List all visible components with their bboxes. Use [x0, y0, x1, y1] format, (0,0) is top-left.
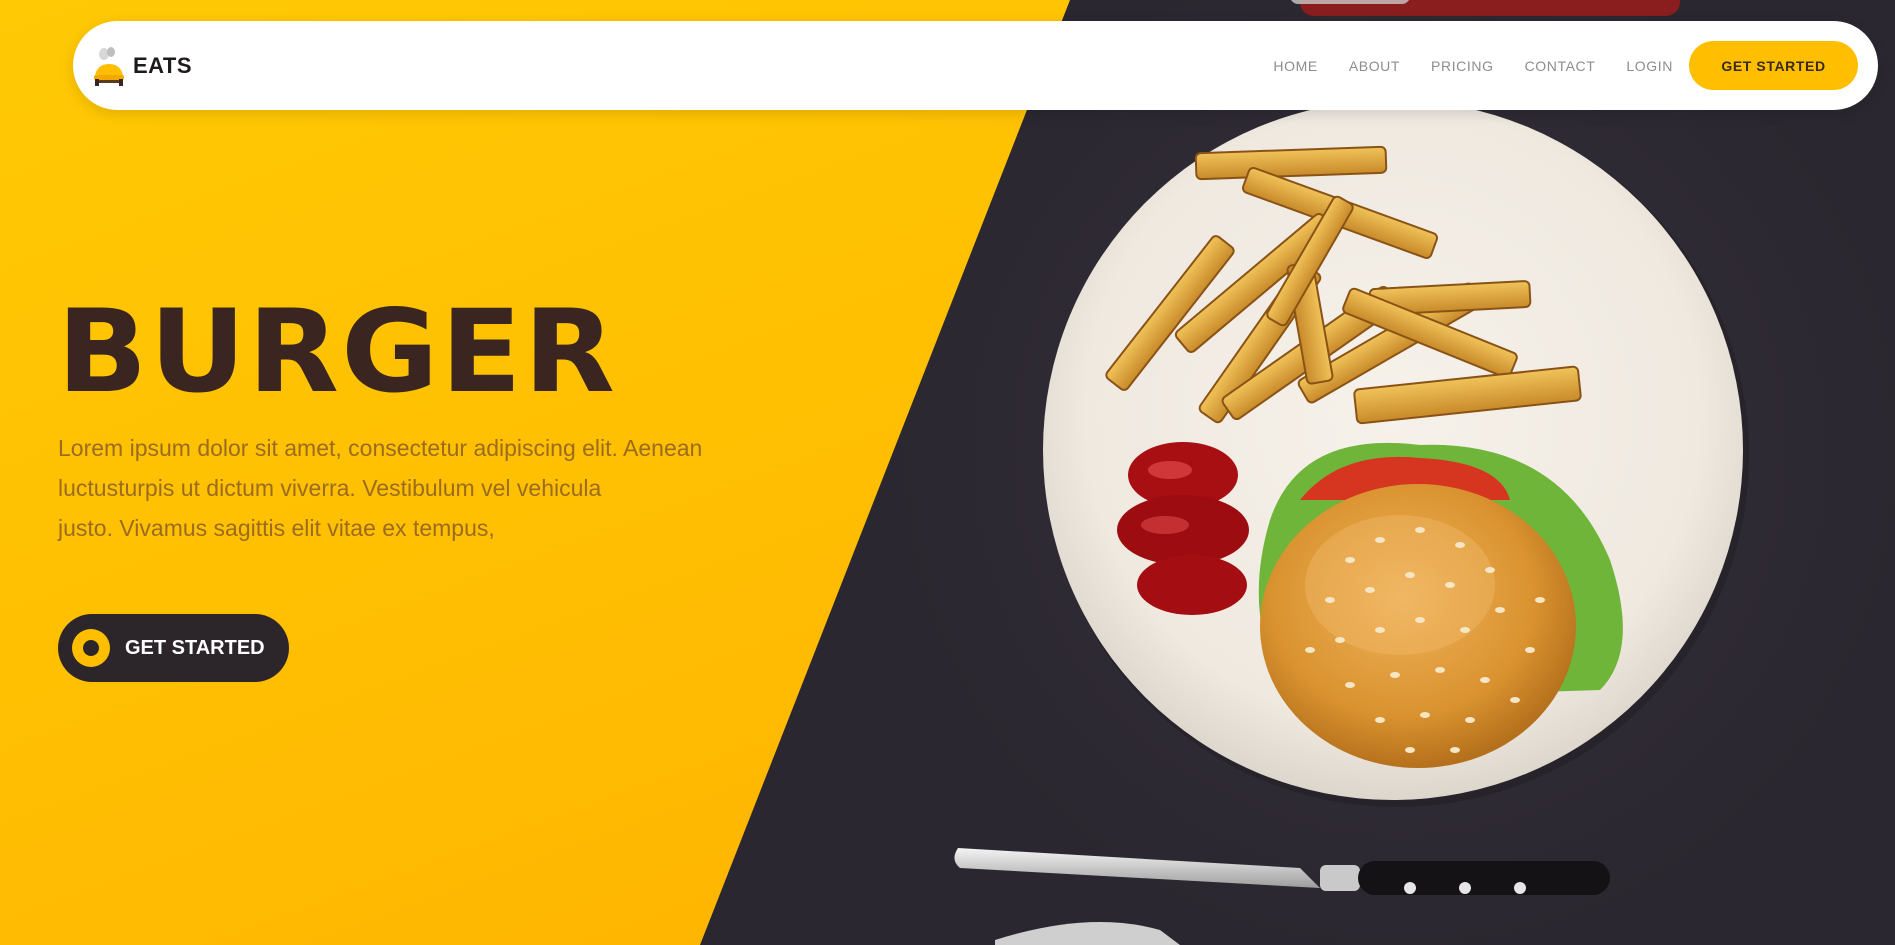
top-navbar: EATS HOME ABOUT PRICING CONTACT LOGIN GE…: [73, 21, 1878, 110]
nav-pricing-link[interactable]: PRICING: [1431, 58, 1494, 74]
hero-title: BURGER: [57, 285, 618, 418]
hero-description-line: luctusturpis ut dictum viverra. Vestibul…: [58, 475, 602, 501]
circle-dot-icon: [72, 629, 110, 667]
chef-hat-food-icon: [94, 46, 124, 86]
brand-name: EATS: [133, 52, 193, 78]
nav-login-link[interactable]: LOGIN: [1626, 58, 1673, 74]
hero-get-started-label: GET STARTED: [125, 636, 265, 659]
nav-home-link[interactable]: HOME: [1273, 58, 1317, 74]
hero-description: Lorem ipsum dolor sit amet, consectetur …: [58, 428, 738, 548]
nav-links: HOME ABOUT PRICING CONTACT LOGIN: [1273, 58, 1673, 74]
hero-get-started-button[interactable]: GET STARTED: [58, 614, 289, 682]
hero-description-line: justo. Vivamus sagittis elit vitae ex te…: [58, 515, 495, 541]
knife-shape: [954, 848, 1610, 895]
hero-description-line: Lorem ipsum dolor sit amet, consectetur …: [58, 435, 703, 461]
fork-shape: [995, 922, 1180, 945]
brand[interactable]: EATS: [91, 46, 192, 86]
nav-about-link[interactable]: ABOUT: [1349, 58, 1400, 74]
nav-get-started-button[interactable]: GET STARTED: [1689, 41, 1858, 90]
nav-contact-link[interactable]: CONTACT: [1525, 58, 1596, 74]
